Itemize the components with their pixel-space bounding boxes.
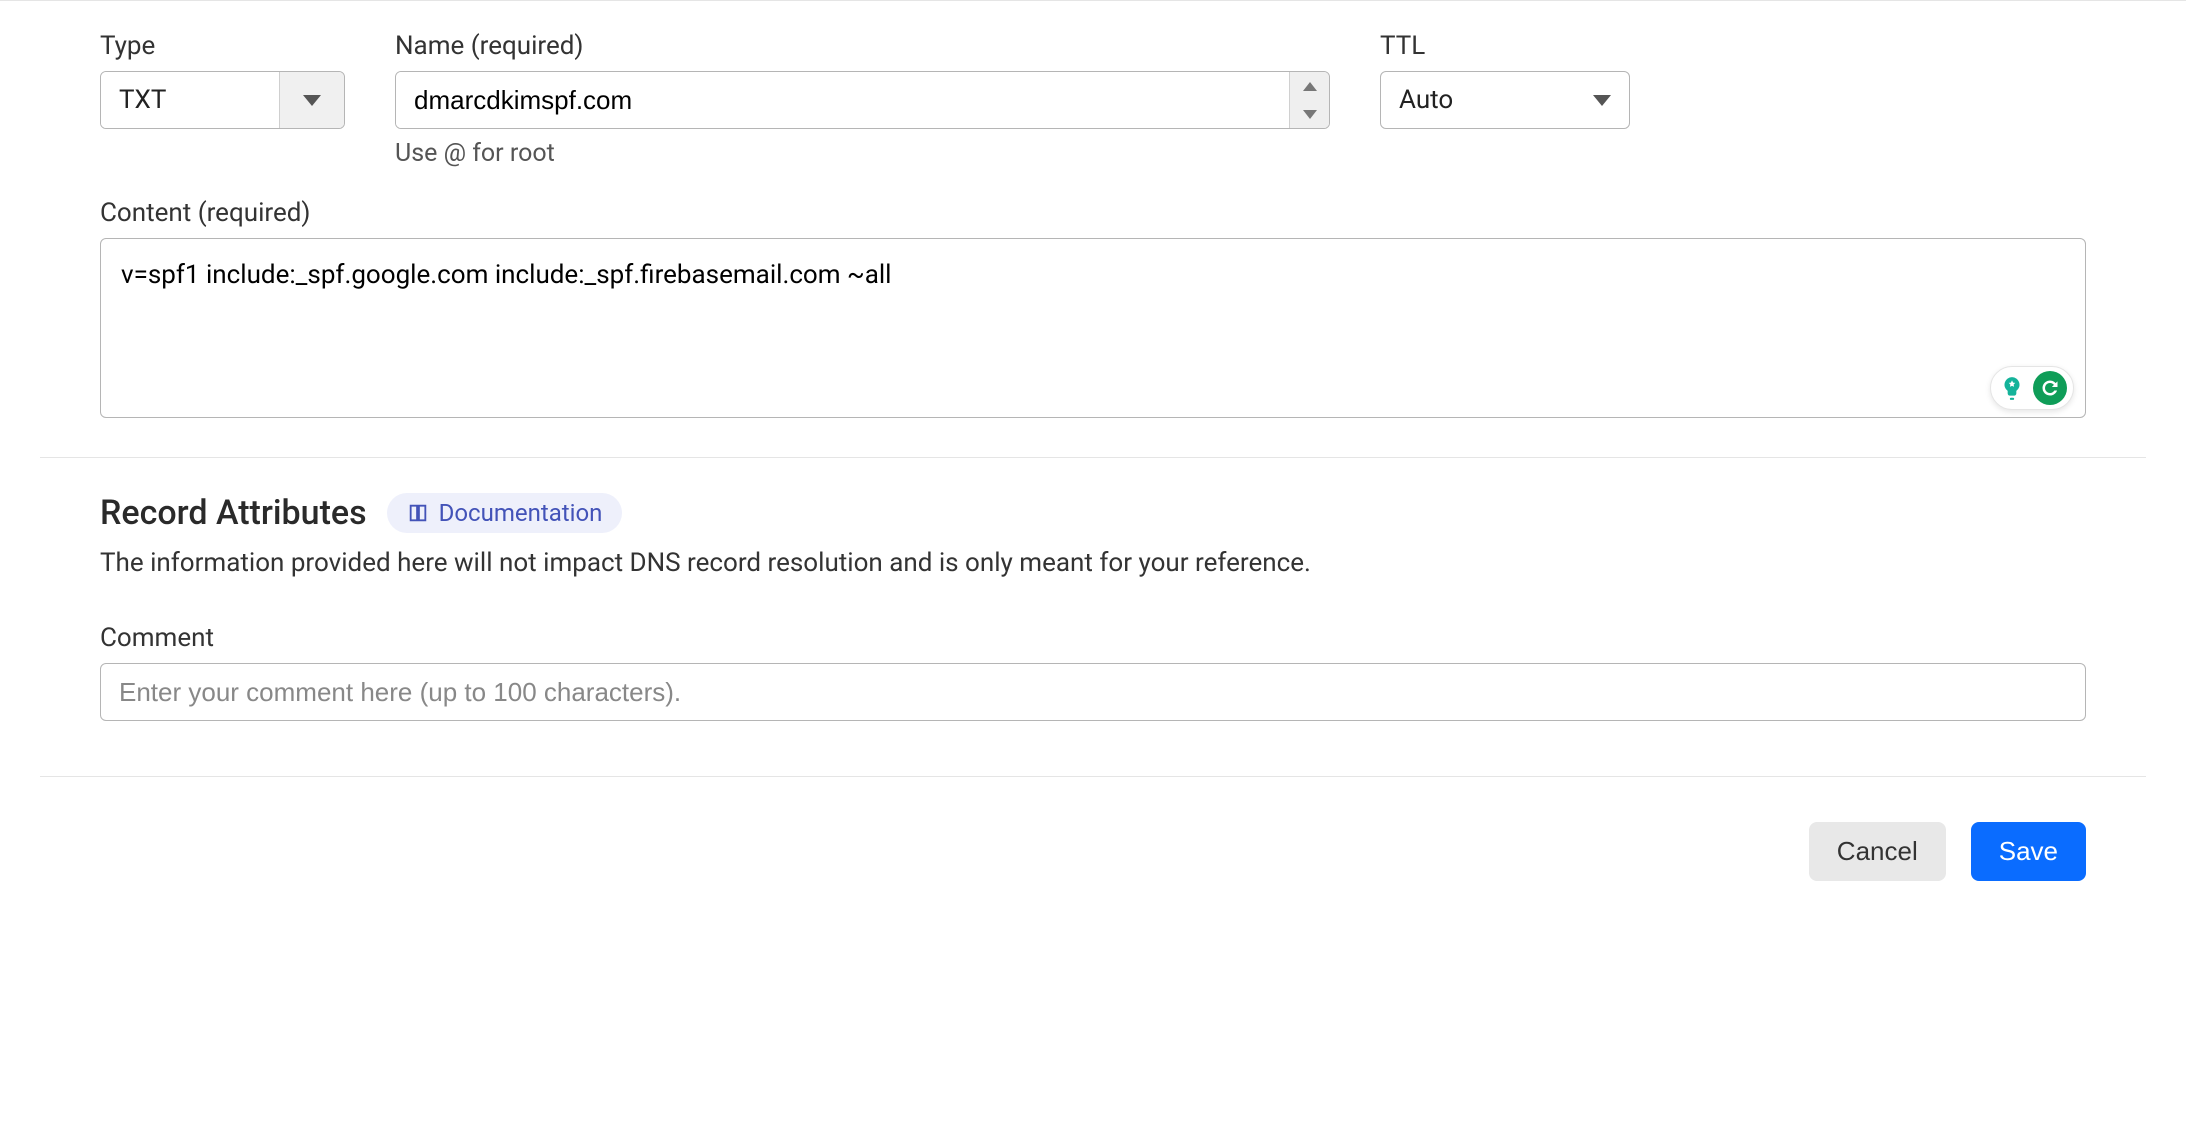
record-fields-row: Type TXT Name (required)	[40, 21, 2146, 168]
content-label: Content (required)	[100, 198, 2086, 228]
comment-field-group: Comment	[40, 623, 2146, 721]
type-select-arrow-button[interactable]	[279, 72, 344, 128]
top-divider	[0, 0, 2186, 1]
name-helper-text: Use @ for root	[395, 139, 1330, 168]
record-attributes-section: Record Attributes Documentation The info…	[40, 493, 2146, 578]
content-textarea[interactable]	[100, 238, 2086, 418]
type-select-value: TXT	[101, 72, 279, 128]
name-spin-up-button[interactable]	[1290, 72, 1329, 100]
record-attributes-description: The information provided here will not i…	[100, 548, 2086, 578]
name-combobox	[395, 71, 1330, 129]
name-spinner	[1289, 72, 1329, 128]
chevron-down-icon	[303, 95, 321, 106]
comment-input[interactable]	[100, 663, 2086, 721]
type-field-group: Type TXT	[100, 31, 345, 168]
book-icon	[407, 502, 429, 524]
ttl-label: TTL	[1380, 31, 1630, 61]
cancel-button[interactable]: Cancel	[1809, 822, 1946, 881]
documentation-link[interactable]: Documentation	[387, 493, 623, 533]
content-field-group: Content (required)	[40, 168, 2146, 422]
name-spin-down-button[interactable]	[1290, 100, 1329, 128]
record-attributes-header: Record Attributes Documentation	[100, 493, 2086, 533]
section-divider	[40, 457, 2146, 458]
type-label: Type	[100, 31, 345, 61]
documentation-link-label: Documentation	[439, 499, 603, 527]
chevron-up-icon	[1303, 82, 1317, 91]
chevron-down-icon	[1303, 110, 1317, 119]
record-attributes-title: Record Attributes	[100, 493, 367, 533]
chevron-down-icon	[1593, 95, 1611, 106]
lightbulb-icon	[1997, 373, 2027, 403]
ttl-field-group: TTL Auto	[1380, 31, 1630, 168]
name-input[interactable]	[396, 72, 1289, 128]
comment-label: Comment	[100, 623, 2086, 653]
grammarly-widget[interactable]	[1990, 366, 2074, 410]
action-buttons-row: Cancel Save	[40, 822, 2146, 881]
type-select[interactable]: TXT	[100, 71, 345, 129]
name-field-group: Name (required) Use @ for root	[395, 31, 1330, 168]
content-textarea-wrapper	[100, 238, 2086, 422]
ttl-select[interactable]: Auto	[1380, 71, 1630, 129]
grammarly-icon	[2033, 371, 2067, 405]
footer-divider	[40, 776, 2146, 777]
ttl-select-value: Auto	[1399, 85, 1593, 115]
name-label: Name (required)	[395, 31, 1330, 61]
save-button[interactable]: Save	[1971, 822, 2086, 881]
